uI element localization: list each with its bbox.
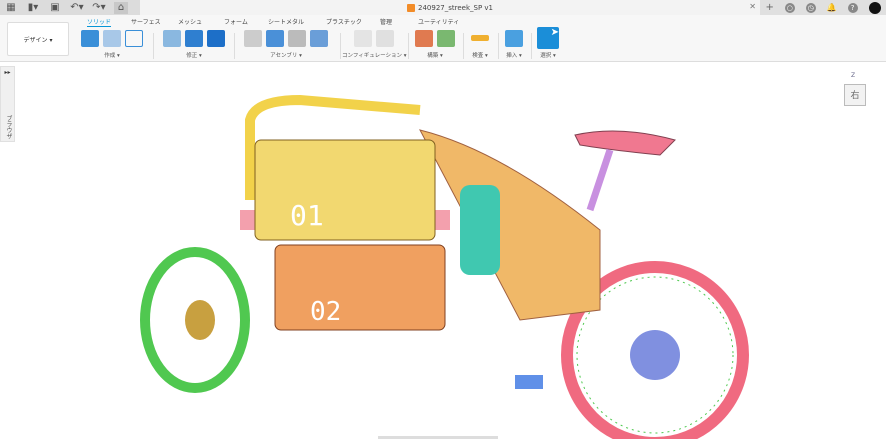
- modify-group[interactable]: 修正 ▾: [156, 28, 232, 61]
- as-built-joint-icon[interactable]: [288, 29, 306, 47]
- measure-icon[interactable]: [471, 35, 489, 41]
- workspace-switcher[interactable]: デザイン ▾: [7, 22, 69, 56]
- assemble-label[interactable]: アセンブリ ▾: [236, 51, 336, 59]
- document-cube-icon: [407, 3, 415, 12]
- save-icon[interactable]: ▣: [48, 2, 62, 14]
- new-component-icon[interactable]: [244, 29, 262, 47]
- midplane-icon[interactable]: [437, 29, 455, 47]
- battery: [460, 185, 500, 275]
- view-cube[interactable]: Z 右: [838, 72, 872, 112]
- document-tab[interactable]: 240927_streek_SP v1 ✕: [140, 0, 760, 15]
- front-wheel[interactable]: [140, 247, 250, 393]
- joint-icon[interactable]: [266, 29, 284, 47]
- combine-icon[interactable]: [207, 29, 225, 47]
- cargo-box-01: 01: [254, 139, 436, 241]
- modify-label[interactable]: 修正 ▾: [156, 51, 232, 59]
- box-label-02: 02: [310, 297, 341, 327]
- home-icon[interactable]: ⌂: [114, 1, 128, 14]
- 3d-viewport[interactable]: 01 02: [15, 63, 886, 439]
- grid-icon[interactable]: ▦: [4, 2, 18, 14]
- hole-icon[interactable]: [103, 29, 121, 47]
- undo-icon[interactable]: ↶▾: [70, 2, 84, 14]
- browser-panel[interactable]: ▸▸ ブラウザ: [0, 66, 15, 142]
- insert-image-icon[interactable]: [505, 29, 523, 47]
- ribbon-toolbar: デザイン ▾ ソリッド サーフェス メッシュ フォーム シートメタル プラスチッ…: [0, 15, 886, 62]
- select-group[interactable]: ➤ 選択 ▾: [534, 27, 562, 61]
- user-avatar[interactable]: [868, 1, 881, 14]
- inspect-group[interactable]: 検査 ▾: [466, 28, 494, 61]
- seat: [574, 130, 676, 156]
- insert-label[interactable]: 挿入 ▾: [500, 51, 528, 59]
- construct-group[interactable]: 構築 ▾: [410, 28, 460, 61]
- extrude-icon[interactable]: [81, 29, 99, 47]
- select-label[interactable]: 選択 ▾: [534, 51, 562, 59]
- top-bar: ▦ ▮▾ ▣ ↶▾ ↷▾ ⌂ 240927_streek_SP v1 ✕ + ○…: [0, 0, 886, 15]
- notifications-icon[interactable]: 🔔: [827, 3, 837, 12]
- cargo-box-02: 02: [274, 244, 446, 331]
- file-icon[interactable]: ▮▾: [26, 2, 40, 14]
- sketch-icon[interactable]: [125, 29, 143, 47]
- expand-browser-icon[interactable]: ▸▸: [1, 69, 14, 76]
- create-label[interactable]: 作成 ▾: [76, 51, 148, 59]
- box-label-01: 01: [290, 199, 324, 232]
- tab-form[interactable]: フォーム: [224, 17, 248, 26]
- tab-solid[interactable]: ソリッド: [87, 17, 112, 27]
- redo-icon[interactable]: ↷▾: [92, 2, 106, 14]
- help-icon[interactable]: ?: [847, 2, 858, 13]
- document-title: 240927_streek_SP v1: [418, 3, 493, 12]
- pedal: [515, 375, 543, 389]
- tab-utilities[interactable]: ユーティリティ: [418, 17, 459, 26]
- tab-manage[interactable]: 管理: [380, 17, 392, 26]
- view-cube-face-right[interactable]: 右: [844, 84, 866, 106]
- tab-plastic[interactable]: プラスチック: [326, 17, 362, 26]
- tab-mesh[interactable]: メッシュ: [178, 17, 202, 26]
- z-axis-label: Z: [851, 72, 856, 79]
- create-group[interactable]: 作成 ▾: [76, 28, 148, 61]
- config-table-icon[interactable]: [376, 29, 394, 47]
- insert-group[interactable]: 挿入 ▾: [500, 28, 528, 61]
- add-tab-icon[interactable]: +: [765, 2, 773, 13]
- press-pull-icon[interactable]: [163, 29, 181, 47]
- configuration-group[interactable]: コンフィギュレーション ▾: [342, 28, 407, 61]
- bom-icon[interactable]: [310, 29, 328, 47]
- tab-sheet-metal[interactable]: シートメタル: [268, 17, 304, 26]
- fillet-icon[interactable]: [185, 29, 203, 47]
- configuration-label[interactable]: コンフィギュレーション ▾: [342, 51, 407, 59]
- browser-label: ブラウザ: [5, 115, 12, 139]
- inspect-label[interactable]: 検査 ▾: [466, 51, 494, 59]
- job-status-icon[interactable]: ◷: [805, 2, 816, 13]
- extensions-icon[interactable]: ○: [784, 2, 795, 13]
- close-tab-icon[interactable]: ✕: [749, 2, 756, 11]
- select-cursor-icon[interactable]: ➤: [537, 27, 559, 49]
- assemble-group[interactable]: アセンブリ ▾: [236, 28, 336, 61]
- offset-plane-icon[interactable]: [415, 29, 433, 47]
- construct-label[interactable]: 構築 ▾: [410, 51, 460, 59]
- configure-icon[interactable]: [354, 29, 372, 47]
- tab-surface[interactable]: サーフェス: [131, 17, 161, 26]
